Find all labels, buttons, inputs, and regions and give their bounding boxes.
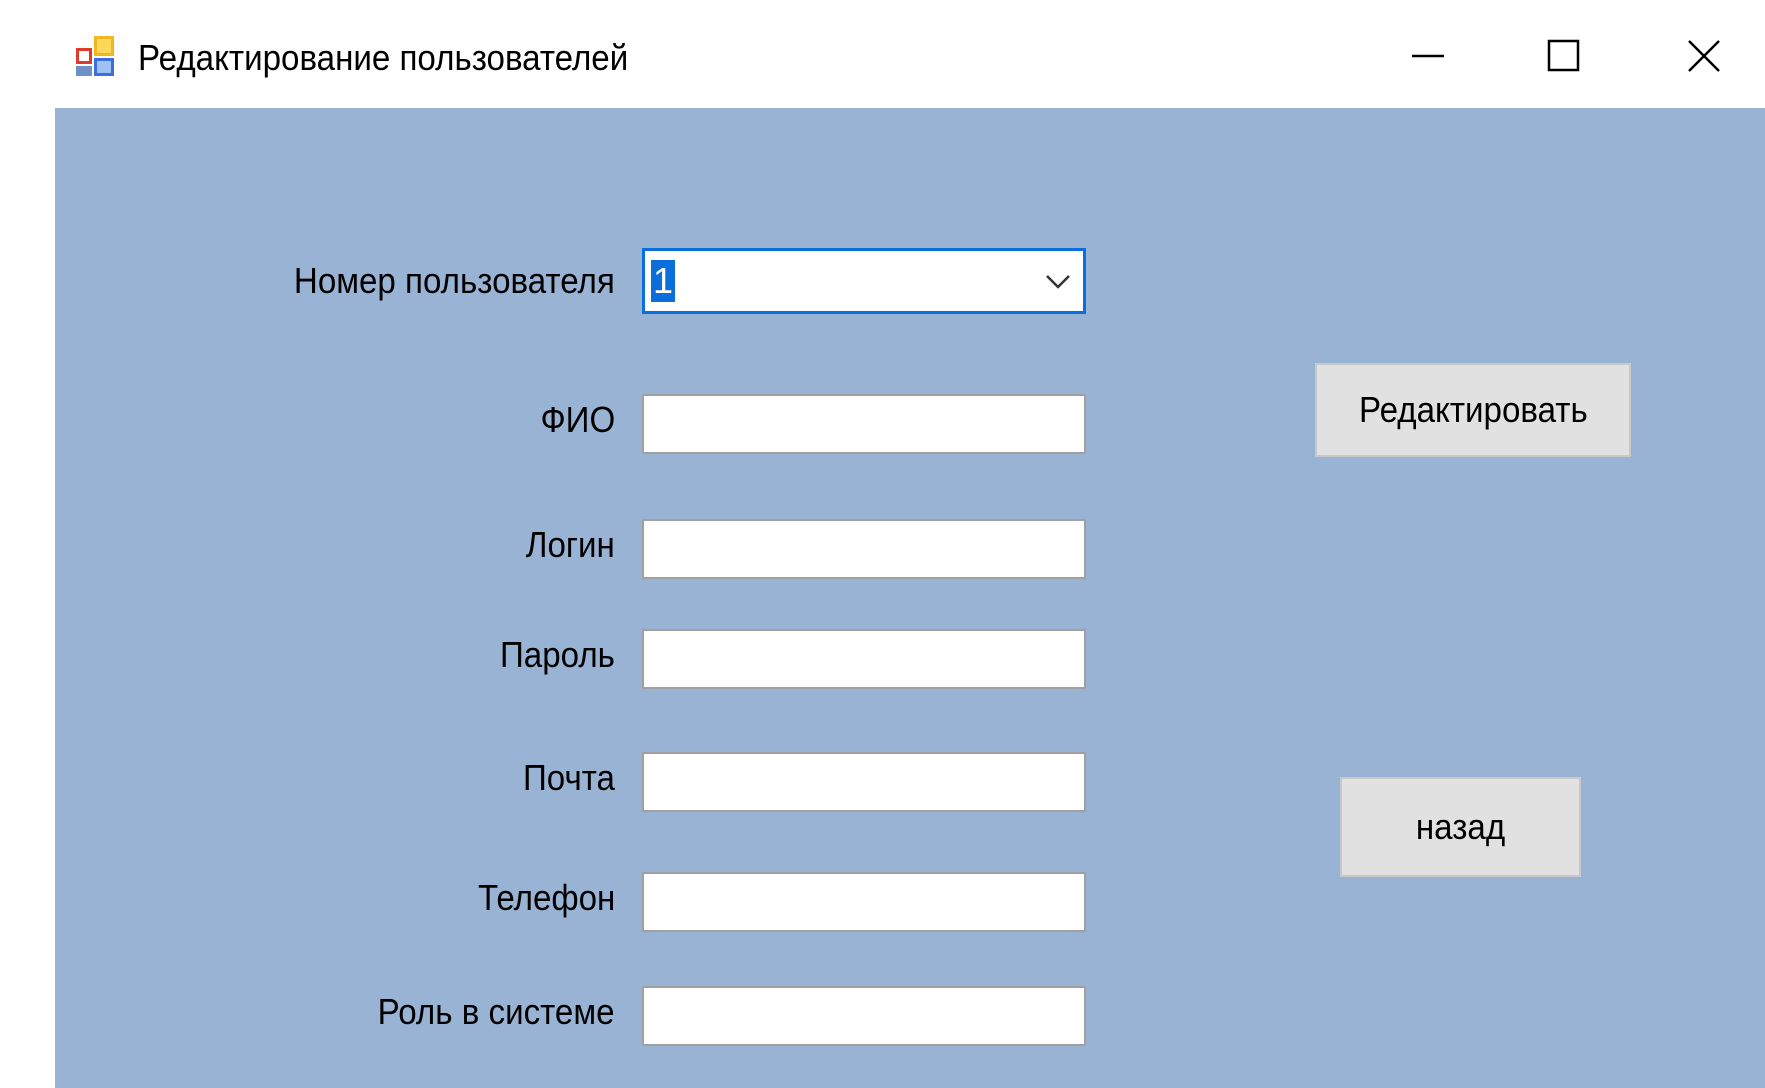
login-input[interactable] [642,519,1086,579]
role-input[interactable] [642,986,1086,1046]
role-label: Роль в системе [378,991,615,1032]
login-label: Логин [525,524,615,565]
edit-button-label: Редактировать [1358,389,1588,430]
title-bar[interactable]: Редактирование пользователей [0,0,1765,108]
password-label: Пароль [500,634,615,675]
back-button-label: назад [1415,806,1506,847]
maximize-icon [1547,39,1580,72]
edit-button[interactable]: Редактировать [1315,363,1631,457]
back-button[interactable]: назад [1340,777,1581,877]
form-client-area: Номер пользователя 1 ФИО Логин Пароль По… [55,108,1765,1088]
fio-label: ФИО [540,399,615,440]
app-icon [76,34,116,78]
phone-input[interactable] [642,872,1086,932]
email-label: Почта [523,757,615,798]
minimize-button[interactable] [1378,22,1478,90]
minimize-icon [1412,54,1444,58]
user-number-combobox[interactable]: 1 [642,248,1086,314]
user-number-selected-value: 1 [651,260,676,302]
application-window: Редактирование пользователей Номер польз… [0,0,1765,1088]
user-number-label: Номер пользователя [294,260,615,301]
password-input[interactable] [642,629,1086,689]
window-title: Редактирование пользователей [138,37,629,78]
email-input[interactable] [642,752,1086,812]
close-button[interactable] [1654,22,1754,90]
chevron-down-icon[interactable] [1043,267,1073,295]
close-icon [1688,40,1720,72]
maximize-button[interactable] [1514,22,1614,90]
fio-input[interactable] [642,394,1086,454]
phone-label: Телефон [477,877,615,918]
